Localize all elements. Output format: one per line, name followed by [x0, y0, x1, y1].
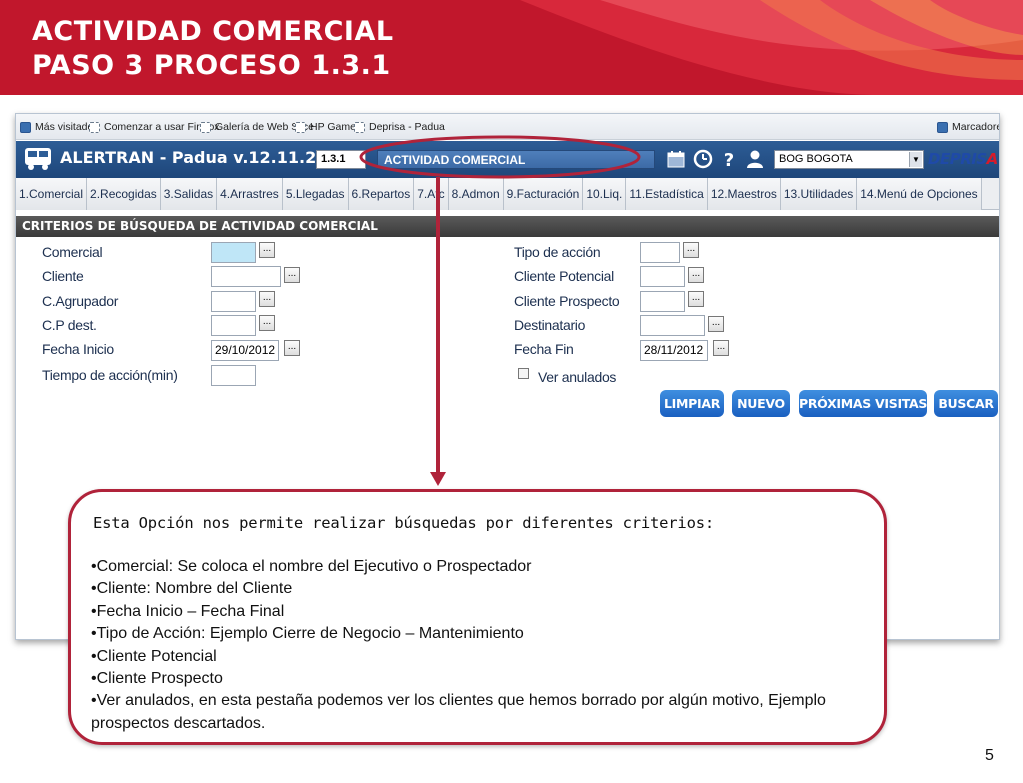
callout-item: •Tipo de Acción: Ejemplo Cierre de Negoc…	[91, 625, 524, 643]
ver-anulados-label: Ver anulados	[538, 369, 617, 385]
tab-facturacion[interactable]: 9.Facturación	[503, 178, 584, 210]
destinatario-field[interactable]	[640, 315, 705, 336]
fecha-fin-field[interactable]: 28/11/2012	[640, 340, 708, 361]
tabs-filler	[981, 178, 999, 209]
user-icon[interactable]	[745, 149, 765, 169]
proximas-visitas-button[interactable]: PRÓXIMAS VISITAS	[799, 390, 927, 417]
bookmark-icon	[295, 121, 306, 133]
fecha-inicio-field[interactable]: 29/10/2012	[211, 340, 279, 361]
cliente-label: Cliente	[42, 268, 84, 284]
tab-estadistica[interactable]: 11.Estadística	[626, 178, 708, 210]
comercial-lookup-button[interactable]: ...	[259, 242, 275, 258]
tab-llegadas[interactable]: 5.Llegadas	[282, 178, 349, 210]
tiempo-field[interactable]	[211, 365, 256, 386]
destinatario-label: Destinatario	[514, 317, 586, 333]
agrupador-label: C.Agrupador	[42, 293, 119, 309]
tab-repartos[interactable]: 6.Repartos	[348, 178, 415, 210]
cliente-field[interactable]	[211, 266, 281, 287]
tab-admon[interactable]: 8.Admon	[448, 178, 504, 210]
deprisa-logo: DEPRISA	[928, 150, 998, 168]
chevron-down-icon[interactable]: ▼	[909, 152, 922, 167]
buscar-button[interactable]: BUSCAR	[934, 390, 998, 417]
fecha-fin-label: Fecha Fin	[514, 341, 574, 357]
cliente-potencial-lookup-button[interactable]: ...	[688, 267, 704, 283]
tab-atc[interactable]: 7.Atc	[414, 178, 449, 210]
bookmark-star-icon	[937, 121, 948, 133]
cliente-prospecto-field[interactable]	[640, 291, 685, 312]
nuevo-button[interactable]: NUEVO	[732, 390, 790, 417]
tab-maestros[interactable]: 12.Maestros	[707, 178, 781, 210]
calendar-icon[interactable]	[666, 149, 686, 169]
slide-title-line2: PASO 3 PROCESO 1.3.1	[32, 50, 391, 81]
callout-item: •Cliente Prospecto	[91, 670, 223, 688]
bookmark-mas-visitados[interactable]: Más visitados	[20, 121, 99, 133]
comercial-field[interactable]	[211, 242, 256, 263]
bookmarks-bar: Más visitados Comenzar a usar Firefox Ga…	[16, 114, 999, 140]
office-select[interactable]: BOG BOGOTA ▼	[774, 150, 924, 169]
destinatario-lookup-button[interactable]: ...	[708, 316, 724, 332]
callout-item: •Cliente Potencial	[91, 647, 217, 665]
tab-arrastres[interactable]: 4.Arrastres	[217, 178, 283, 210]
fecha-fin-picker-button[interactable]: ...	[713, 340, 729, 356]
cliente-potencial-label: Cliente Potencial	[514, 268, 614, 284]
callout-item: •Ver anulados, en esta pestaña podemos v…	[91, 692, 826, 732]
tab-salidas[interactable]: 3.Salidas	[160, 178, 218, 210]
svg-text:?: ?	[724, 150, 734, 169]
bookmark-icon	[200, 121, 211, 133]
fecha-inicio-label: Fecha Inicio	[42, 341, 114, 357]
slide-title-line1: ACTIVIDAD COMERCIAL	[32, 16, 394, 47]
tab-menu-opciones[interactable]: 14.Menú de Opciones	[857, 178, 982, 210]
module-name-field[interactable]: ACTIVIDAD COMERCIAL	[377, 150, 655, 169]
cliente-lookup-button[interactable]: ...	[284, 267, 300, 283]
cliente-potencial-field[interactable]	[640, 266, 685, 287]
tab-recogidas[interactable]: 2.Recogidas	[87, 178, 161, 210]
tab-comercial[interactable]: 1.Comercial	[16, 178, 88, 210]
callout-item: •Fecha Inicio – Fecha Final	[91, 602, 285, 620]
cp-dest-lookup-button[interactable]: ...	[259, 315, 275, 331]
app-toolbar: ALERTRAN - Padua v.12.11.26 1.3.1 ACTIVI…	[16, 141, 999, 178]
tab-liq[interactable]: 10.Liq.	[583, 178, 627, 210]
explanation-callout: Esta Opción nos permite realizar búsqued…	[68, 489, 887, 745]
limpiar-button[interactable]: LIMPIAR	[660, 390, 724, 417]
cp-dest-field[interactable]	[211, 315, 256, 336]
app-title: ALERTRAN - Padua v.12.11.26	[60, 148, 328, 167]
fecha-inicio-picker-button[interactable]: ...	[284, 340, 300, 356]
agrupador-lookup-button[interactable]: ...	[259, 291, 275, 307]
slide-header: ACTIVIDAD COMERCIAL PASO 3 PROCESO 1.3.1	[0, 0, 1023, 95]
agrupador-field[interactable]	[211, 291, 256, 312]
comercial-label: Comercial	[42, 244, 103, 260]
slide-title: ACTIVIDAD COMERCIAL PASO 3 PROCESO 1.3.1	[32, 15, 394, 83]
tipo-accion-lookup-button[interactable]: ...	[683, 242, 699, 258]
slide-page-number: 5	[985, 747, 994, 764]
cliente-prospecto-lookup-button[interactable]: ...	[688, 291, 704, 307]
help-icon[interactable]: ?	[719, 149, 739, 169]
section-title: CRITERIOS DE BÚSQUEDA DE ACTIVIDAD COMER…	[16, 216, 999, 237]
office-select-value: BOG BOGOTA	[779, 153, 853, 165]
bookmark-icon	[89, 121, 100, 133]
tab-utilidades[interactable]: 13.Utilidades	[780, 178, 858, 210]
cliente-prospecto-label: Cliente Prospecto	[514, 293, 620, 309]
bookmark-deprisa[interactable]: Deprisa - Padua	[354, 121, 445, 133]
tiempo-label: Tiempo de acción(min)	[42, 367, 178, 383]
callout-item: •Comercial: Se coloca el nombre del Ejec…	[91, 558, 532, 575]
process-code-field[interactable]: 1.3.1	[316, 150, 366, 169]
ver-anulados-checkbox[interactable]	[518, 368, 529, 379]
callout-list: •Comercial: Se coloca el nombre del Ejec…	[91, 556, 851, 735]
bookmark-hp-games[interactable]: HP Games	[295, 121, 361, 133]
clock-icon[interactable]	[693, 149, 713, 169]
tipo-accion-field[interactable]	[640, 242, 680, 263]
callout-intro: Esta Opción nos permite realizar búsqued…	[93, 514, 714, 532]
callout-item: •Cliente: Nombre del Cliente	[91, 580, 293, 598]
module-tabs: 1.Comercial 2.Recogidas 3.Salidas 4.Arra…	[16, 178, 999, 210]
bus-icon	[25, 148, 51, 170]
cp-dest-label: C.P dest.	[42, 317, 97, 333]
bookmark-icon	[20, 121, 31, 133]
bookmark-icon	[354, 121, 365, 133]
tipo-accion-label: Tipo de acción	[514, 244, 601, 260]
bookmarks-menu[interactable]: Marcadores	[937, 121, 999, 133]
